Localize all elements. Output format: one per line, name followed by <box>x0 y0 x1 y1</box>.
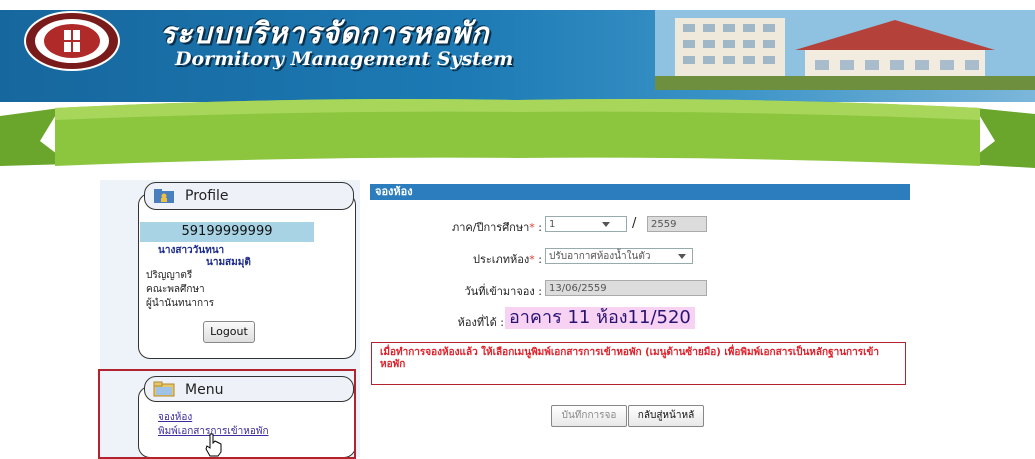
booking-date-field[interactable]: 13/06/2559 <box>545 280 707 296</box>
assigned-room-label: ห้องที่ได้ : <box>457 316 504 329</box>
logout-button[interactable]: Logout <box>203 321 255 343</box>
student-name-last: นามสมมุติ <box>206 257 251 268</box>
room-type-label: ประเภทห้อง* : <box>400 250 542 268</box>
room-type-select-value: ปรับอากาศห้องน้ำในตัว <box>549 251 651 262</box>
chevron-down-icon <box>678 254 686 259</box>
assigned-room-value: อาคาร 11 ห้อง11/520 <box>505 307 695 329</box>
dormitory-building-photo <box>655 10 1035 90</box>
term-select-value: 1 <box>549 219 556 230</box>
required-mark: * <box>529 221 535 234</box>
booking-notice: เมื่อทำการจองห้องแล้ว ให้เลือกเมนูพิมพ์เ… <box>371 342 906 385</box>
year-field[interactable]: 2559 <box>647 216 707 232</box>
room-type-select[interactable]: ปรับอากาศห้องน้ำในตัว <box>545 248 693 264</box>
site-title-english: Dormitory Management System <box>175 48 514 70</box>
profile-header: Profile <box>144 182 354 210</box>
university-seal-logo <box>24 11 120 71</box>
program-text: ผู้นำนันทนาการ <box>146 298 215 309</box>
folder-user-icon <box>154 189 174 203</box>
term-label-text: ภาค/ปีการศึกษา <box>451 221 530 234</box>
term-select[interactable]: 1 <box>545 216 627 232</box>
section-title-bar: จองห้อง <box>370 184 910 200</box>
degree-text: ปริญญาตรี <box>146 270 193 281</box>
term-label-colon: : <box>538 221 542 234</box>
booking-date-label: วันที่เข้ามาจอง : <box>464 285 542 298</box>
faculty-text: คณะพลศึกษา <box>146 284 205 295</box>
header-top-strip <box>0 0 1035 10</box>
highlight-frame <box>98 369 356 459</box>
room-type-label-colon: : <box>538 253 542 266</box>
required-mark: * <box>529 253 535 266</box>
back-to-home-button[interactable]: กลับสู่หน้าหลั <box>628 405 704 427</box>
chevron-down-icon <box>602 222 610 227</box>
student-id: 59199999999 <box>140 222 314 242</box>
year-separator: / <box>632 216 637 231</box>
room-type-label-text: ประเภทห้อง <box>472 253 530 266</box>
profile-heading: Profile <box>185 188 229 204</box>
term-label: ภาค/ปีการศึกษา* : <box>400 218 542 236</box>
save-booking-button[interactable]: บันทึกการจอ <box>551 405 627 427</box>
